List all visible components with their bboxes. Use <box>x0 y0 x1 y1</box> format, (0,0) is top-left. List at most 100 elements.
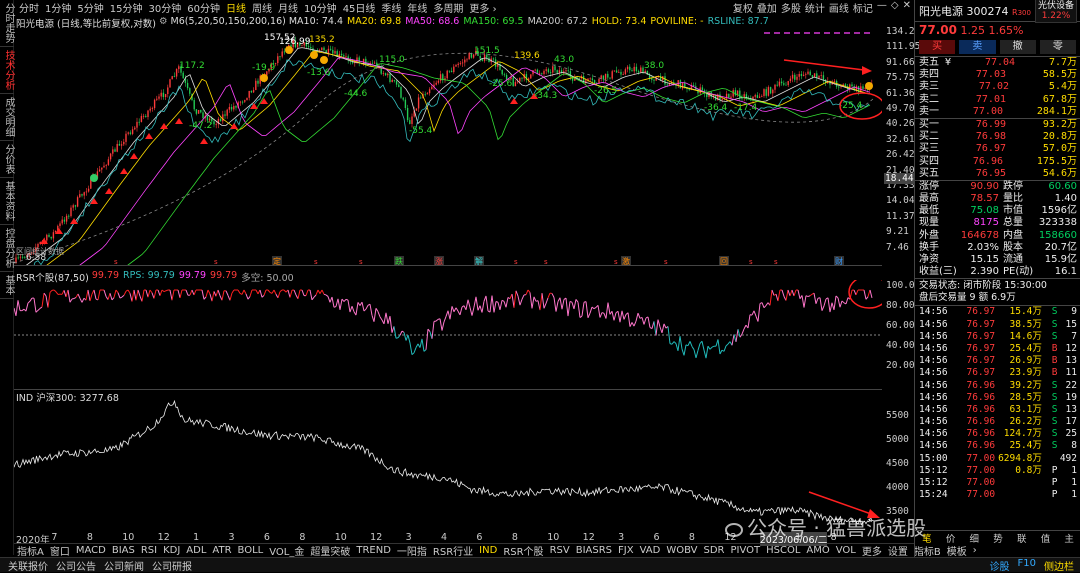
period-tab-1[interactable]: 1分钟 <box>45 0 71 15</box>
ask-row[interactable]: 卖五 ¥77.047.7万 <box>915 57 1080 69</box>
ask-row[interactable]: 卖二77.0167.8万 <box>915 94 1080 106</box>
bid-row[interactable]: 买三76.9757.0万 <box>915 143 1080 155</box>
ask-row[interactable]: 卖一77.00284.1万 <box>915 106 1080 118</box>
period-tab-0[interactable]: 分时 <box>19 0 39 15</box>
indicator-tab-15[interactable]: RSR个股 <box>500 543 546 558</box>
tool-button-2[interactable]: 多股 <box>781 0 801 15</box>
sector-badge[interactable]: 光伏设备 1.22% <box>1035 0 1077 23</box>
event-marker[interactable]: 定 <box>273 256 281 266</box>
tool-button-7[interactable]: ◇ <box>891 0 899 15</box>
quote-tab-5[interactable]: 值 <box>1034 531 1058 543</box>
indicator-tab-25[interactable]: VOL <box>833 545 859 556</box>
indicator-tab-12[interactable]: 一阳指 <box>394 543 430 558</box>
status-right-2[interactable]: 侧边栏 <box>1044 558 1074 573</box>
tool-button-4[interactable]: 画线 <box>829 0 849 15</box>
indicator-tab-4[interactable]: RSI <box>138 545 160 556</box>
period-tab-13[interactable]: 多周期 <box>433 0 463 15</box>
status-link-1[interactable]: 公司公告 <box>56 558 96 573</box>
indicator-tab-27[interactable]: 设置 <box>885 543 911 558</box>
indicator-tab-26[interactable]: 更多 <box>859 543 885 558</box>
event-marker[interactable]: 跌 <box>395 256 403 266</box>
tool-button-0[interactable]: 复权 <box>733 0 753 15</box>
tool-button-8[interactable]: ✕ <box>903 0 911 15</box>
indicator-tab-13[interactable]: RSR行业 <box>430 543 476 558</box>
period-tab-10[interactable]: 45日线 <box>343 0 376 15</box>
tool-button-5[interactable]: 标记 <box>853 0 873 15</box>
left-tab-2[interactable]: 成交明细 <box>0 94 14 141</box>
bid-row[interactable]: 买四76.96175.5万 <box>915 156 1080 168</box>
period-tab-12[interactable]: 年线 <box>407 0 427 15</box>
indicator-tab-14[interactable]: IND <box>476 545 500 556</box>
ask-row[interactable]: 卖三77.025.4万 <box>915 81 1080 93</box>
quote-tab-3[interactable]: 势 <box>986 531 1010 543</box>
period-tab-5[interactable]: 60分钟 <box>187 0 220 15</box>
range-stats-note[interactable]: 区间统计数据 <box>16 246 64 256</box>
event-marker[interactable]: 解 <box>475 256 483 266</box>
event-marker[interactable]: 财 <box>835 256 843 266</box>
left-tab-3[interactable]: 分价表 <box>0 141 14 178</box>
indicator-tab-2[interactable]: MACD <box>73 545 109 556</box>
status-right-0[interactable]: 诊股 <box>990 558 1010 573</box>
tool-button-6[interactable]: — <box>877 0 887 15</box>
indicator-tab-24[interactable]: AMO <box>803 545 832 556</box>
sell-button[interactable]: 卖 <box>959 40 995 54</box>
ma20-line <box>14 51 870 266</box>
left-tab-6[interactable]: 基本 <box>0 272 14 299</box>
bid-row[interactable]: 买五76.9554.6万 <box>915 168 1080 180</box>
indicator-tab-11[interactable]: TREND <box>353 545 394 556</box>
period-tab-4[interactable]: 30分钟 <box>148 0 181 15</box>
odd-lot-button[interactable]: 零 <box>1040 40 1076 54</box>
indicator-tab-0[interactable]: 指标A <box>14 543 47 558</box>
indicator-tab-10[interactable]: 超量突破 <box>307 543 353 558</box>
tick-list[interactable]: 14:5676.9715.4万S914:5676.9738.5万S1514:56… <box>915 305 1080 501</box>
quote-tab-6[interactable]: 主 <box>1057 531 1080 543</box>
indicator-tab-1[interactable]: 窗口 <box>47 543 73 558</box>
indicator-tab-17[interactable]: BIASRS <box>573 545 615 556</box>
buy-button[interactable]: 买 <box>919 40 955 54</box>
indicator-tab-7[interactable]: ATR <box>209 545 234 556</box>
quote-tab-1[interactable]: 价 <box>939 531 963 543</box>
left-tab-5[interactable]: 控盘分析 <box>0 225 14 272</box>
indicator-tab-18[interactable]: FJX <box>615 545 637 556</box>
event-marker[interactable]: 激 <box>622 256 630 266</box>
status-link-0[interactable]: 关联报价 <box>8 558 48 573</box>
period-tab-11[interactable]: 季线 <box>381 0 401 15</box>
period-tab-8[interactable]: 月线 <box>278 0 298 15</box>
tool-button-3[interactable]: 统计 <box>805 0 825 15</box>
quote-tab-0[interactable]: 笔 <box>915 531 939 543</box>
ask-row[interactable]: 卖四77.0358.5万 <box>915 69 1080 81</box>
period-tab-14[interactable]: 更多 › <box>469 0 496 15</box>
status-link-2[interactable]: 公司新闻 <box>104 558 144 573</box>
bid-row[interactable]: 买一76.9993.2万 <box>915 119 1080 131</box>
price-chart[interactable]: 157.52126.99135.2117.2151.5139.6115.043.… <box>14 28 882 266</box>
indicator-tab-3[interactable]: BIAS <box>109 545 138 556</box>
indicator-tab-20[interactable]: WOBV <box>663 545 700 556</box>
status-right-1[interactable]: F10 <box>1018 558 1036 573</box>
left-tab-0[interactable]: 分时走势 <box>0 0 14 47</box>
indicator-tab-19[interactable]: VAD <box>637 545 664 556</box>
quote-tab-4[interactable]: 联 <box>1010 531 1034 543</box>
indicator-tab-8[interactable]: BOLL <box>235 545 267 556</box>
event-marker[interactable]: 回 <box>720 257 728 266</box>
indicator-tab-9[interactable]: VOL_金 <box>266 543 307 558</box>
period-tab-2[interactable]: 5分钟 <box>77 0 103 15</box>
cancel-order-button[interactable]: 撤 <box>1000 40 1036 54</box>
rsr-chart[interactable] <box>14 280 882 390</box>
indicator-tab-6[interactable]: ADL <box>183 545 209 556</box>
period-tab-7[interactable]: 周线 <box>252 0 272 15</box>
status-link-3[interactable]: 公司研报 <box>152 558 192 573</box>
indicator-tab-21[interactable]: SDR <box>700 545 727 556</box>
tool-button-1[interactable]: 叠加 <box>757 0 777 15</box>
indicator-tab-5[interactable]: KDJ <box>160 545 183 556</box>
period-tab-3[interactable]: 15分钟 <box>110 0 143 15</box>
event-marker[interactable]: 涨 <box>435 256 443 266</box>
indicator-tab-22[interactable]: PIVOT <box>727 545 763 556</box>
bid-row[interactable]: 买二76.9820.8万 <box>915 131 1080 143</box>
left-tab-4[interactable]: 基本资料 <box>0 178 14 225</box>
quote-tab-2[interactable]: 细 <box>962 531 986 543</box>
period-tab-6[interactable]: 日线 <box>226 0 246 15</box>
left-tab-1[interactable]: 技术分析 <box>0 47 14 94</box>
indicator-tab-23[interactable]: HSCOL <box>763 545 803 556</box>
indicator-tab-16[interactable]: RSV <box>547 545 573 556</box>
period-tab-9[interactable]: 10分钟 <box>304 0 337 15</box>
